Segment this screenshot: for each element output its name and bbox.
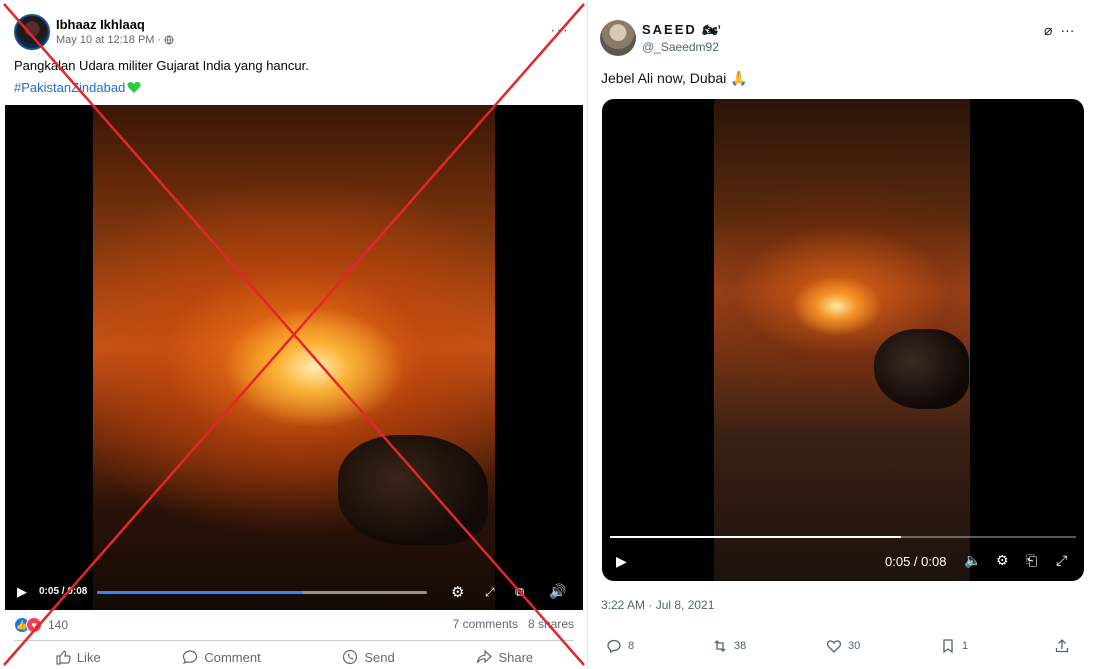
- fullscreen-icon[interactable]: ⤢: [485, 585, 495, 600]
- settings-icon[interactable]: ⚙: [996, 552, 1009, 569]
- debris-shape: [874, 329, 969, 409]
- more-options-icon[interactable]: ···: [1060, 22, 1074, 39]
- praying-hands-icon: 🙏: [730, 70, 748, 86]
- comment-button[interactable]: Comment: [182, 646, 261, 668]
- pip-icon[interactable]: ⧉: [515, 584, 524, 600]
- reply-icon: [607, 639, 621, 654]
- exit-pip-icon[interactable]: ⎗: [1026, 552, 1037, 569]
- bookmark-button[interactable]: 1: [940, 638, 968, 654]
- facebook-post: Ibhaaz Ikhlaaq May 10 at 12:18 PM · ··· …: [0, 0, 588, 669]
- avatar[interactable]: [14, 14, 50, 50]
- display-name[interactable]: SAEED 🏍’: [642, 22, 721, 37]
- share-arrow-icon: [477, 649, 493, 664]
- green-heart-icon: [127, 82, 141, 93]
- like-label: Like: [76, 649, 101, 665]
- comparison-image: Ibhaaz Ikhlaaq May 10 at 12:18 PM · ··· …: [0, 0, 1100, 669]
- post-actions: Like Comment Send Share: [14, 646, 574, 668]
- comment-icon: [183, 650, 198, 664]
- video-progress-fill: [97, 591, 304, 594]
- post-meta: May 10 at 12:18 PM ·: [56, 34, 174, 46]
- reply-button[interactable]: 8: [606, 638, 634, 654]
- video-progress-bar[interactable]: [97, 591, 427, 594]
- video-progress-fill: [610, 536, 902, 538]
- like-count: 30: [848, 640, 861, 652]
- like-button[interactable]: 30: [826, 638, 860, 654]
- like-button[interactable]: Like: [55, 646, 101, 668]
- video-time: 0:05 / 0:08: [39, 586, 88, 597]
- comment-label: Comment: [204, 649, 261, 665]
- repost-icon: [714, 640, 726, 652]
- reply-count: 8: [628, 640, 635, 652]
- post-text-content: Jebel Ali now, Dubai: [601, 70, 727, 86]
- shares-count[interactable]: 8 shares: [528, 617, 574, 631]
- grok-icon[interactable]: ⌀: [1044, 22, 1052, 39]
- share-icon: [1055, 639, 1069, 653]
- post-date[interactable]: 3:22 AM · Jul 8, 2021: [601, 598, 714, 612]
- whatsapp-send-icon: [343, 649, 358, 665]
- video-player[interactable]: ▶ 0:05 / 0:08 ⚙ ⤢ ⧉ 🔊: [5, 105, 583, 610]
- settings-icon[interactable]: ⚙: [451, 583, 464, 601]
- engagement-stats: 7 comments 8 shares: [453, 617, 574, 631]
- avatar[interactable]: [600, 20, 636, 56]
- reactions[interactable]: 👍 ♥ 140: [14, 617, 68, 633]
- share-button[interactable]: Share: [476, 646, 533, 668]
- share-label: Share: [498, 649, 534, 665]
- fullscreen-icon[interactable]: ⤢: [1056, 552, 1067, 569]
- bookmark-icon: [943, 639, 953, 654]
- post-caption: Pangkalan Udara militer Gujarat India ya…: [14, 58, 309, 73]
- debris-shape: [338, 435, 488, 545]
- volume-icon[interactable]: 🔊: [549, 583, 566, 600]
- post-top-icons: ⌀ ···: [1044, 22, 1074, 39]
- post-text: Jebel Ali now, Dubai 🙏: [601, 70, 748, 87]
- send-label: Send: [364, 649, 395, 665]
- comments-count[interactable]: 7 comments: [453, 617, 518, 631]
- fb-post-header: Ibhaaz Ikhlaaq May 10 at 12:18 PM · ···: [14, 12, 574, 52]
- video-controls: ▶ 0:05 / 0:08 ⚙ ⤢ ⧉ 🔊: [5, 574, 583, 610]
- user-handle[interactable]: @_Saeedm92: [642, 40, 719, 54]
- hashtag-link[interactable]: #PakistanZindabad: [14, 80, 141, 95]
- post-timestamp[interactable]: May 10 at 12:18 PM ·: [56, 34, 161, 46]
- video-progress-bar[interactable]: [610, 536, 1076, 538]
- volume-icon[interactable]: 🔈: [964, 552, 981, 569]
- author-name[interactable]: Ibhaaz Ikhlaaq: [56, 17, 145, 32]
- play-icon[interactable]: ▶: [616, 553, 627, 570]
- love-reaction-icon: ♥: [26, 617, 42, 633]
- heart-icon: [826, 640, 842, 653]
- bookmark-count: 1: [962, 640, 969, 652]
- share-button[interactable]: [1054, 638, 1070, 654]
- repost-count: 38: [734, 640, 747, 652]
- reactions-count: 140: [48, 618, 69, 632]
- repost-button[interactable]: 38: [712, 638, 746, 654]
- display-name-text: SAEED: [642, 22, 697, 37]
- video-frame-fire: [93, 105, 495, 610]
- video-frame-fire: [714, 99, 970, 581]
- send-button[interactable]: Send: [342, 646, 395, 668]
- thumbs-up-icon: [56, 650, 71, 665]
- globe-icon: [164, 35, 174, 45]
- post-stats: 👍 ♥ 140 7 comments 8 shares: [14, 617, 574, 635]
- post-actions: 8 38 30 1: [606, 638, 1086, 660]
- divider: [14, 640, 574, 641]
- hashtag-text[interactable]: #PakistanZindabad: [14, 80, 125, 95]
- emoji-icons: 🏍’: [702, 23, 721, 37]
- x-post: SAEED 🏍’ @_Saeedm92 ⌀ ··· Jebel Ali now,…: [592, 0, 1100, 669]
- play-icon[interactable]: ▶: [17, 584, 27, 600]
- video-player[interactable]: ▶ 0:05 / 0:08 🔈 ⚙ ⎗ ⤢: [602, 99, 1084, 581]
- video-time: 0:05 / 0:08: [885, 554, 947, 569]
- more-options-icon[interactable]: ···: [550, 22, 569, 40]
